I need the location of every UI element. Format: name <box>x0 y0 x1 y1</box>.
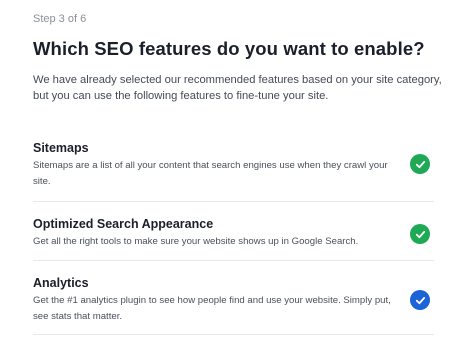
feature-toggle-sitemaps[interactable] <box>410 154 430 174</box>
page-title: Which SEO features do you want to enable… <box>33 38 425 59</box>
feature-description: Get the #1 analytics plugin to see how p… <box>33 295 391 322</box>
feature-toggle-analytics[interactable] <box>410 290 430 310</box>
feature-title: Optimized Search Appearance <box>33 217 214 231</box>
check-icon <box>415 160 425 168</box>
feature-title: Sitemaps <box>33 141 89 155</box>
step-indicator: Step 3 of 6 <box>33 13 87 25</box>
check-icon <box>415 296 425 304</box>
feature-sitemaps: Sitemaps Sitemaps are a list of all your… <box>33 130 434 202</box>
feature-description: Get all the right tools to make sure you… <box>33 236 359 247</box>
seo-setup-page: Step 3 of 6 Which SEO features do you wa… <box>0 0 474 346</box>
check-icon <box>415 230 425 238</box>
feature-list: Sitemaps Sitemaps are a list of all your… <box>33 130 434 335</box>
feature-description: Sitemaps are a list of all your content … <box>33 160 388 187</box>
feature-toggle-search-appearance[interactable] <box>410 224 430 244</box>
feature-search-appearance: Optimized Search Appearance Get all the … <box>33 202 434 261</box>
feature-title: Analytics <box>33 276 89 290</box>
feature-analytics: Analytics Get the #1 analytics plugin to… <box>33 261 434 335</box>
intro-text: We have already selected our recommended… <box>33 74 442 102</box>
